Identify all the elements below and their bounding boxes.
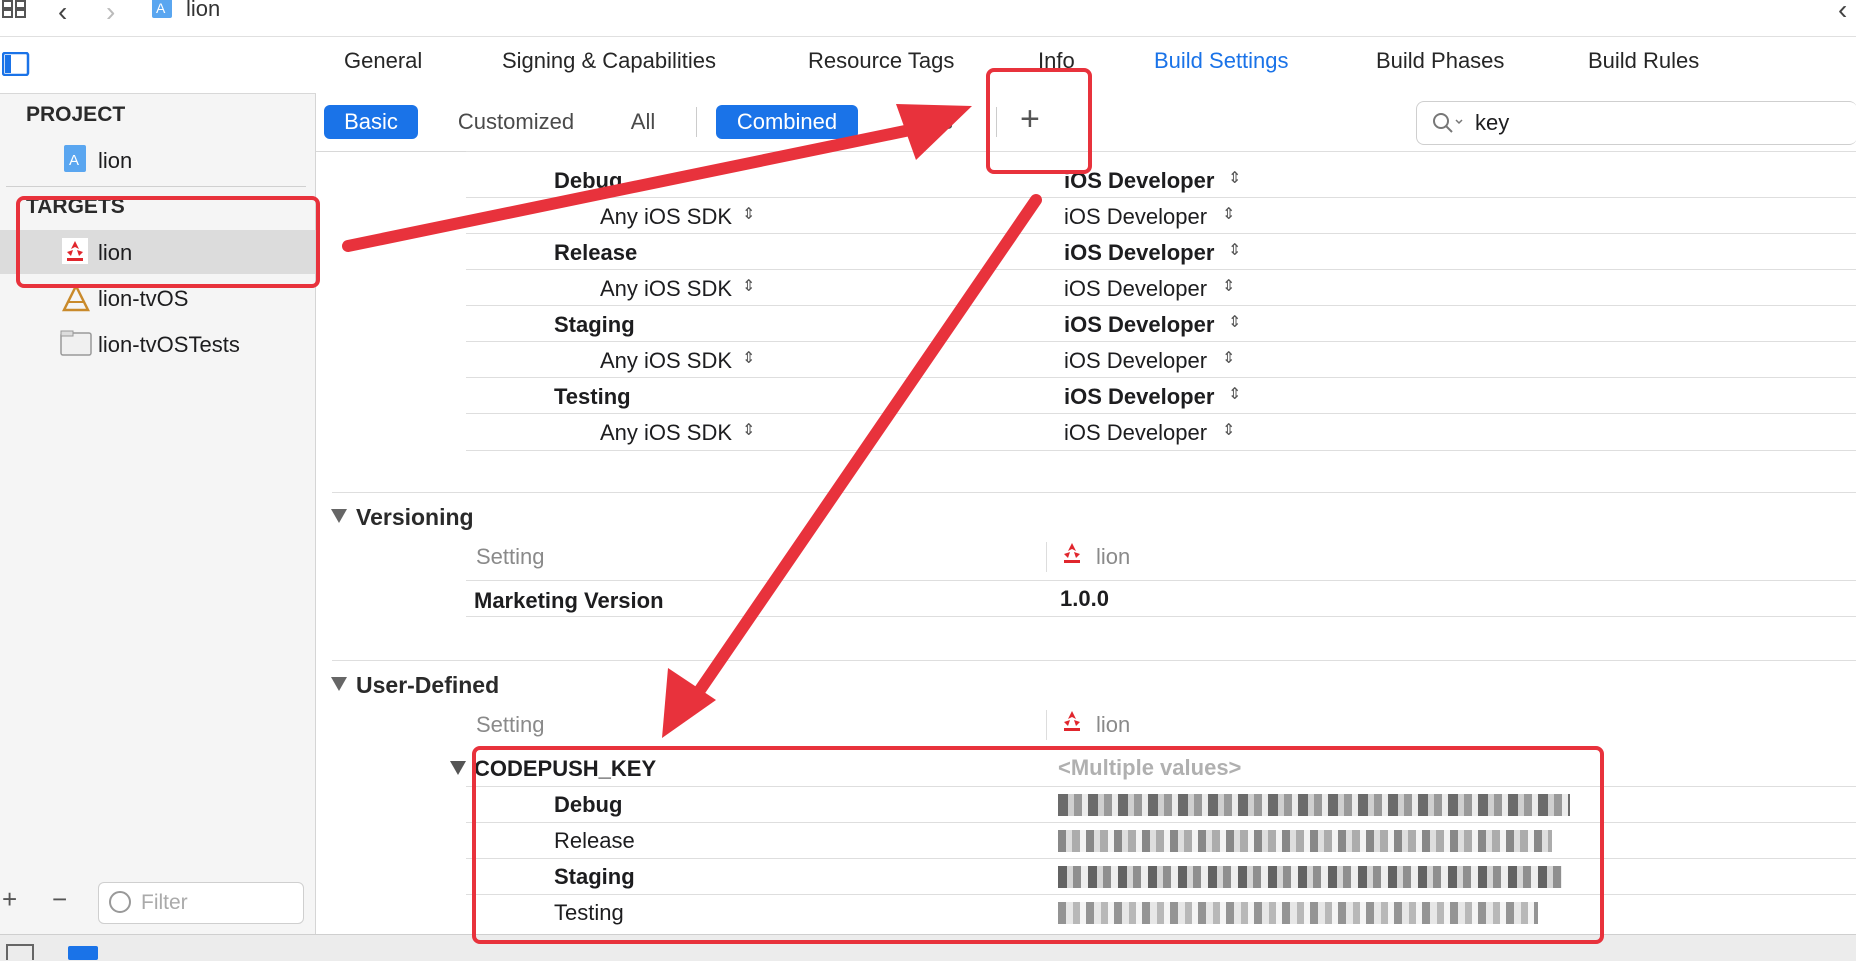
annotation-arrows — [342, 104, 1042, 738]
